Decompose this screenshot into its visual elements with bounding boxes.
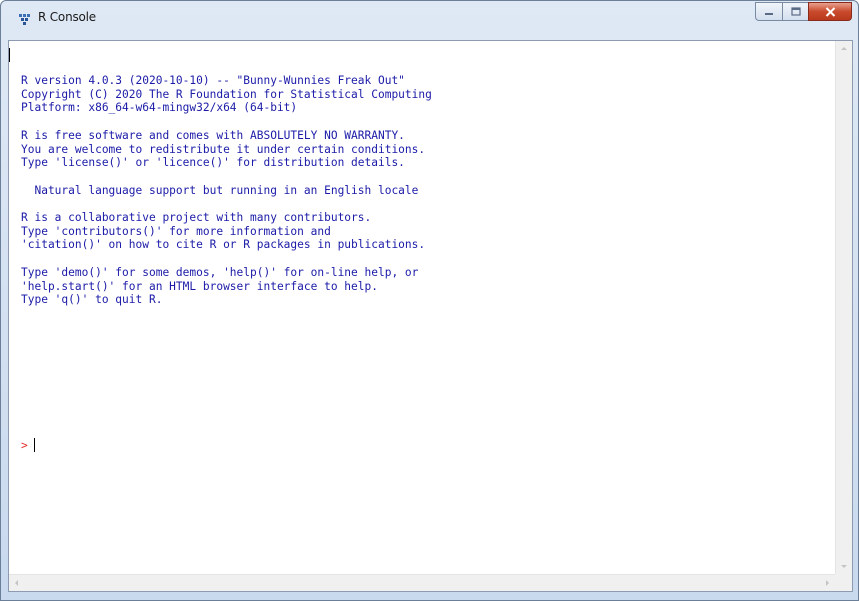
- command-line[interactable]: >: [21, 438, 35, 452]
- window-title: R Console: [38, 10, 96, 24]
- r-console-window: R Console R version 4.0.3 (2020-10-10) -…: [0, 0, 859, 601]
- console-client-area: R version 4.0.3 (2020-10-10) -- "Bunny-W…: [8, 40, 853, 592]
- caption-buttons: [755, 2, 852, 22]
- scroll-up-arrow-icon[interactable]: [841, 47, 847, 50]
- command-prompt: >: [21, 438, 28, 452]
- r-logo-icon: [19, 14, 30, 25]
- minimize-icon: [765, 12, 773, 15]
- maximize-icon: [790, 7, 801, 16]
- close-button[interactable]: [808, 2, 852, 21]
- input-caret: [33, 438, 35, 452]
- horizontal-scrollbar[interactable]: [9, 574, 835, 591]
- scroll-left-arrow-icon[interactable]: [15, 580, 18, 586]
- minimize-button[interactable]: [755, 2, 782, 21]
- vertical-scrollbar[interactable]: [835, 41, 852, 574]
- console-output-area[interactable]: R version 4.0.3 (2020-10-10) -- "Bunny-W…: [9, 41, 835, 574]
- maximize-button[interactable]: [782, 2, 808, 21]
- close-icon: [825, 6, 835, 17]
- title-bar[interactable]: R Console: [1, 1, 858, 35]
- scrollbar-corner: [835, 574, 852, 591]
- scroll-down-arrow-icon[interactable]: [841, 565, 847, 568]
- text-cursor: [9, 48, 10, 62]
- console-output: R version 4.0.3 (2020-10-10) -- "Bunny-W…: [21, 74, 432, 307]
- scroll-right-arrow-icon[interactable]: [826, 580, 829, 586]
